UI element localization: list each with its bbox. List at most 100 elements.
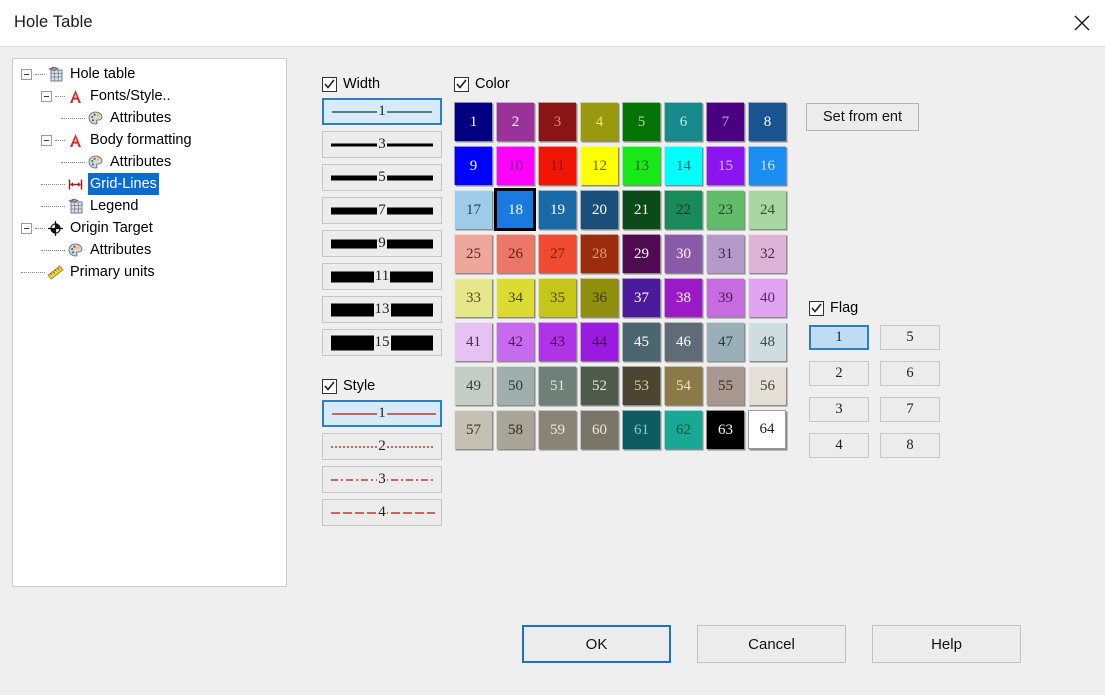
tree-collapse-icon[interactable] — [21, 69, 32, 80]
flag-button-5[interactable]: 5 — [880, 325, 940, 350]
tree-item-origin-target[interactable]: Origin Target — [13, 217, 286, 239]
tree-item-attributes[interactable]: Attributes — [13, 239, 286, 261]
color-swatch-1[interactable]: 1 — [454, 102, 492, 141]
color-swatch-6[interactable]: 6 — [664, 102, 702, 141]
flag-button-2[interactable]: 2 — [809, 361, 869, 386]
color-swatch-23[interactable]: 23 — [706, 190, 744, 229]
flag-button-8[interactable]: 8 — [880, 433, 940, 458]
width-option-15[interactable]: 15 — [322, 329, 442, 356]
settings-tree-panel[interactable]: Hole tableFonts/Style..AttributesBody fo… — [12, 58, 287, 587]
width-checkbox-row[interactable]: Width — [322, 76, 442, 92]
color-swatch-8[interactable]: 8 — [748, 102, 786, 141]
color-swatch-47[interactable]: 47 — [706, 322, 744, 361]
color-swatch-62[interactable]: 62 — [664, 410, 702, 449]
width-option-1[interactable]: 1 — [322, 98, 442, 125]
color-swatch-60[interactable]: 60 — [580, 410, 618, 449]
color-swatch-20[interactable]: 20 — [580, 190, 618, 229]
close-icon[interactable] — [1059, 0, 1105, 46]
width-checkbox[interactable] — [322, 77, 337, 92]
tree-item-hole-table[interactable]: Hole table — [13, 63, 286, 85]
flag-button-6[interactable]: 6 — [880, 361, 940, 386]
style-option-4[interactable]: 4 — [322, 499, 442, 526]
color-swatch-14[interactable]: 14 — [664, 146, 702, 185]
color-swatch-38[interactable]: 38 — [664, 278, 702, 317]
color-swatch-4[interactable]: 4 — [580, 102, 618, 141]
tree-collapse-icon[interactable] — [21, 223, 32, 234]
color-swatch-36[interactable]: 36 — [580, 278, 618, 317]
color-swatch-42[interactable]: 42 — [496, 322, 534, 361]
tree-item-attributes[interactable]: Attributes — [13, 151, 286, 173]
color-swatch-52[interactable]: 52 — [580, 366, 618, 405]
color-swatch-56[interactable]: 56 — [748, 366, 786, 405]
flag-button-3[interactable]: 3 — [809, 397, 869, 422]
flag-button-4[interactable]: 4 — [809, 433, 869, 458]
color-swatch-17[interactable]: 17 — [454, 190, 492, 229]
color-swatch-11[interactable]: 11 — [538, 146, 576, 185]
color-swatch-12[interactable]: 12 — [580, 146, 618, 185]
color-swatch-33[interactable]: 33 — [454, 278, 492, 317]
color-swatch-35[interactable]: 35 — [538, 278, 576, 317]
color-swatch-15[interactable]: 15 — [706, 146, 744, 185]
flag-checkbox-row[interactable]: Flag — [809, 300, 940, 316]
style-option-1[interactable]: 1 — [322, 400, 442, 427]
tree-item-body-formatting[interactable]: Body formatting — [13, 129, 286, 151]
tree-item-attributes[interactable]: Attributes — [13, 107, 286, 129]
style-checkbox[interactable] — [322, 379, 337, 394]
color-swatch-27[interactable]: 27 — [538, 234, 576, 273]
cancel-button[interactable]: Cancel — [697, 625, 846, 663]
color-swatch-25[interactable]: 25 — [454, 234, 492, 273]
color-swatch-2[interactable]: 2 — [496, 102, 534, 141]
color-swatch-49[interactable]: 49 — [454, 366, 492, 405]
color-swatch-61[interactable]: 61 — [622, 410, 660, 449]
color-swatch-5[interactable]: 5 — [622, 102, 660, 141]
tree-item-legend[interactable]: Legend — [13, 195, 286, 217]
color-swatch-26[interactable]: 26 — [496, 234, 534, 273]
style-option-2[interactable]: 2 — [322, 433, 442, 460]
color-swatch-13[interactable]: 13 — [622, 146, 660, 185]
help-button[interactable]: Help — [872, 625, 1021, 663]
color-swatch-32[interactable]: 32 — [748, 234, 786, 273]
color-swatch-28[interactable]: 28 — [580, 234, 618, 273]
color-swatch-59[interactable]: 59 — [538, 410, 576, 449]
color-swatch-63[interactable]: 63 — [706, 410, 744, 449]
color-swatch-51[interactable]: 51 — [538, 366, 576, 405]
width-option-11[interactable]: 11 — [322, 263, 442, 290]
color-swatch-19[interactable]: 19 — [538, 190, 576, 229]
color-swatch-9[interactable]: 9 — [454, 146, 492, 185]
width-option-5[interactable]: 5 — [322, 164, 442, 191]
color-swatch-53[interactable]: 53 — [622, 366, 660, 405]
color-swatch-39[interactable]: 39 — [706, 278, 744, 317]
flag-button-1[interactable]: 1 — [809, 325, 869, 350]
color-swatch-21[interactable]: 21 — [622, 190, 660, 229]
tree-item-grid-lines[interactable]: Grid-Lines — [13, 173, 286, 195]
color-swatch-24[interactable]: 24 — [748, 190, 786, 229]
color-swatch-58[interactable]: 58 — [496, 410, 534, 449]
color-swatch-46[interactable]: 46 — [664, 322, 702, 361]
color-swatch-40[interactable]: 40 — [748, 278, 786, 317]
flag-button-7[interactable]: 7 — [880, 397, 940, 422]
color-swatch-54[interactable]: 54 — [664, 366, 702, 405]
tree-item-primary-units[interactable]: Primary units — [13, 261, 286, 283]
color-swatch-29[interactable]: 29 — [622, 234, 660, 273]
color-swatch-3[interactable]: 3 — [538, 102, 576, 141]
color-swatch-31[interactable]: 31 — [706, 234, 744, 273]
color-swatch-45[interactable]: 45 — [622, 322, 660, 361]
color-swatch-18[interactable]: 18 — [496, 190, 534, 229]
color-swatch-43[interactable]: 43 — [538, 322, 576, 361]
tree-collapse-icon[interactable] — [41, 135, 52, 146]
color-swatch-10[interactable]: 10 — [496, 146, 534, 185]
width-option-13[interactable]: 13 — [322, 296, 442, 323]
set-from-ent-button[interactable]: Set from ent — [806, 103, 919, 131]
color-swatch-57[interactable]: 57 — [454, 410, 492, 449]
width-option-3[interactable]: 3 — [322, 131, 442, 158]
color-swatch-34[interactable]: 34 — [496, 278, 534, 317]
color-swatch-30[interactable]: 30 — [664, 234, 702, 273]
style-checkbox-row[interactable]: Style — [322, 378, 442, 394]
color-swatch-22[interactable]: 22 — [664, 190, 702, 229]
color-swatch-48[interactable]: 48 — [748, 322, 786, 361]
color-checkbox[interactable] — [454, 77, 469, 92]
color-checkbox-row[interactable]: Color — [454, 76, 790, 92]
color-swatch-50[interactable]: 50 — [496, 366, 534, 405]
color-swatch-44[interactable]: 44 — [580, 322, 618, 361]
tree-item-fonts-style[interactable]: Fonts/Style.. — [13, 85, 286, 107]
